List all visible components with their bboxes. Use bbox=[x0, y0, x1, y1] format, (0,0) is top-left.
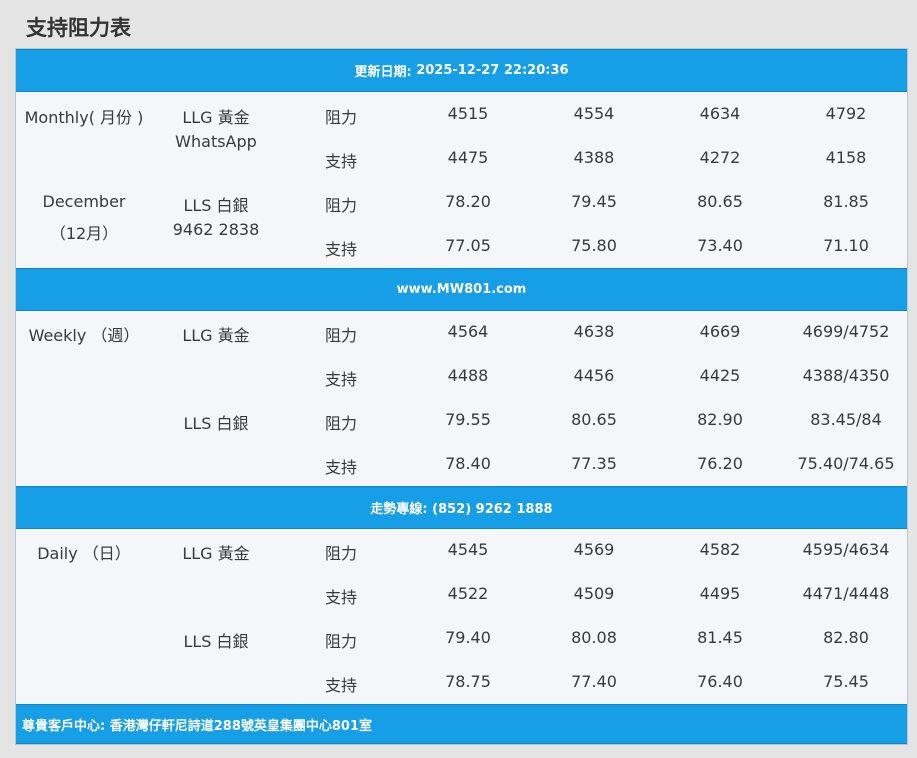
update-date-value: 2025-12-27 22:20:36 bbox=[416, 63, 569, 78]
weekly-silver-label: LLS 白銀 bbox=[183, 414, 249, 433]
value-cell: 75.40/74.65 bbox=[797, 454, 895, 473]
value-cell: 77.35 bbox=[571, 454, 617, 473]
value-cell: 79.55 bbox=[445, 410, 491, 429]
website-link[interactable]: www.MW801.com bbox=[397, 282, 527, 297]
value-cell: 4792 bbox=[825, 104, 867, 123]
value-cell: 4638 bbox=[573, 322, 615, 341]
value-cell: 75.80 bbox=[571, 236, 617, 255]
value-cell: 82.90 bbox=[697, 410, 743, 429]
value-cell: 4699/4752 bbox=[802, 322, 890, 341]
address-text: 尊貴客戶中心: 香港灣仔軒尼詩道288號英皇集團中心801室 bbox=[22, 718, 372, 734]
monthly-month-zh-label: （12月） bbox=[49, 224, 119, 243]
value-cell: 79.40 bbox=[445, 628, 491, 647]
whatsapp-label: WhatsApp bbox=[175, 132, 257, 151]
monthly-gold-label: LLG 黃金 bbox=[182, 108, 250, 127]
value-cell: 4488 bbox=[447, 366, 489, 385]
row-type: 支持 bbox=[325, 676, 358, 695]
row-type: 支持 bbox=[325, 240, 358, 259]
weekly-period-label: Weekly （週） bbox=[28, 326, 140, 345]
value-cell: 80.65 bbox=[697, 192, 743, 211]
daily-gold-label: LLG 黃金 bbox=[182, 544, 250, 563]
update-date-label: 更新日期: bbox=[354, 65, 412, 80]
value-cell: 4564 bbox=[447, 322, 489, 341]
hotline-band: 走勢專線: (852) 9262 1888 bbox=[16, 486, 907, 529]
value-cell: 4388 bbox=[573, 148, 615, 167]
value-cell: 4634 bbox=[699, 104, 741, 123]
value-cell: 79.45 bbox=[571, 192, 617, 211]
row-type: 阻力 bbox=[325, 544, 358, 563]
value-cell: 75.45 bbox=[823, 672, 869, 691]
row-type: 阻力 bbox=[325, 414, 358, 433]
value-cell: 71.10 bbox=[823, 236, 869, 255]
value-cell: 4471/4448 bbox=[802, 584, 890, 603]
support-resistance-table: 更新日期: 2025-12-27 22:20:36 Monthly( 月份 ) … bbox=[15, 48, 908, 745]
value-cell: 81.85 bbox=[823, 192, 869, 211]
page-title: 支持阻力表 bbox=[26, 16, 131, 40]
hotline-text: 走勢專線: (852) 9262 1888 bbox=[370, 502, 553, 517]
address-band: 尊貴客戶中心: 香港灣仔軒尼詩道288號英皇集團中心801室 bbox=[16, 704, 907, 744]
weekly-gold-label: LLG 黃金 bbox=[182, 326, 250, 345]
value-cell: 73.40 bbox=[697, 236, 743, 255]
value-cell: 4545 bbox=[447, 540, 489, 559]
daily-silver-label: LLS 白銀 bbox=[183, 632, 249, 651]
value-cell: 4425 bbox=[699, 366, 741, 385]
value-cell: 4595/4634 bbox=[802, 540, 890, 559]
value-cell: 4582 bbox=[699, 540, 741, 559]
row-type: 支持 bbox=[325, 370, 358, 389]
row-type: 支持 bbox=[325, 588, 358, 607]
value-cell: 4456 bbox=[573, 366, 615, 385]
monthly-silver-label: LLS 白銀 bbox=[183, 196, 249, 215]
value-cell: 4669 bbox=[699, 322, 741, 341]
value-cell: 82.80 bbox=[823, 628, 869, 647]
value-cell: 78.75 bbox=[445, 672, 491, 691]
row-type: 支持 bbox=[325, 458, 358, 477]
value-cell: 77.05 bbox=[445, 236, 491, 255]
value-cell: 76.20 bbox=[697, 454, 743, 473]
value-cell: 4569 bbox=[573, 540, 615, 559]
row-type: 支持 bbox=[325, 152, 358, 171]
value-cell: 78.20 bbox=[445, 192, 491, 211]
value-cell: 81.45 bbox=[697, 628, 743, 647]
monthly-month-label: December bbox=[42, 192, 126, 211]
value-cell: 4554 bbox=[573, 104, 615, 123]
daily-period-label: Daily （日） bbox=[37, 544, 131, 563]
value-cell: 80.08 bbox=[571, 628, 617, 647]
value-cell: 4495 bbox=[699, 584, 741, 603]
value-cell: 4515 bbox=[447, 104, 489, 123]
update-date-band: 更新日期: 2025-12-27 22:20:36 bbox=[16, 49, 907, 92]
value-cell: 4522 bbox=[447, 584, 489, 603]
row-type: 阻力 bbox=[325, 632, 358, 651]
monthly-period-label: Monthly( 月份 ) bbox=[24, 108, 144, 127]
value-cell: 4509 bbox=[573, 584, 615, 603]
whatsapp-number: 9462 2838 bbox=[172, 220, 260, 239]
value-cell: 4388/4350 bbox=[802, 366, 890, 385]
row-type: 阻力 bbox=[325, 326, 358, 345]
value-cell: 80.65 bbox=[571, 410, 617, 429]
website-band: www.MW801.com bbox=[16, 268, 907, 311]
value-cell: 4475 bbox=[447, 148, 489, 167]
value-cell: 83.45/84 bbox=[810, 410, 882, 429]
value-cell: 4158 bbox=[825, 148, 867, 167]
row-type: 阻力 bbox=[325, 196, 358, 215]
value-cell: 78.40 bbox=[445, 454, 491, 473]
value-cell: 4272 bbox=[699, 148, 741, 167]
value-cell: 77.40 bbox=[571, 672, 617, 691]
row-type: 阻力 bbox=[325, 108, 358, 127]
value-cell: 76.40 bbox=[697, 672, 743, 691]
